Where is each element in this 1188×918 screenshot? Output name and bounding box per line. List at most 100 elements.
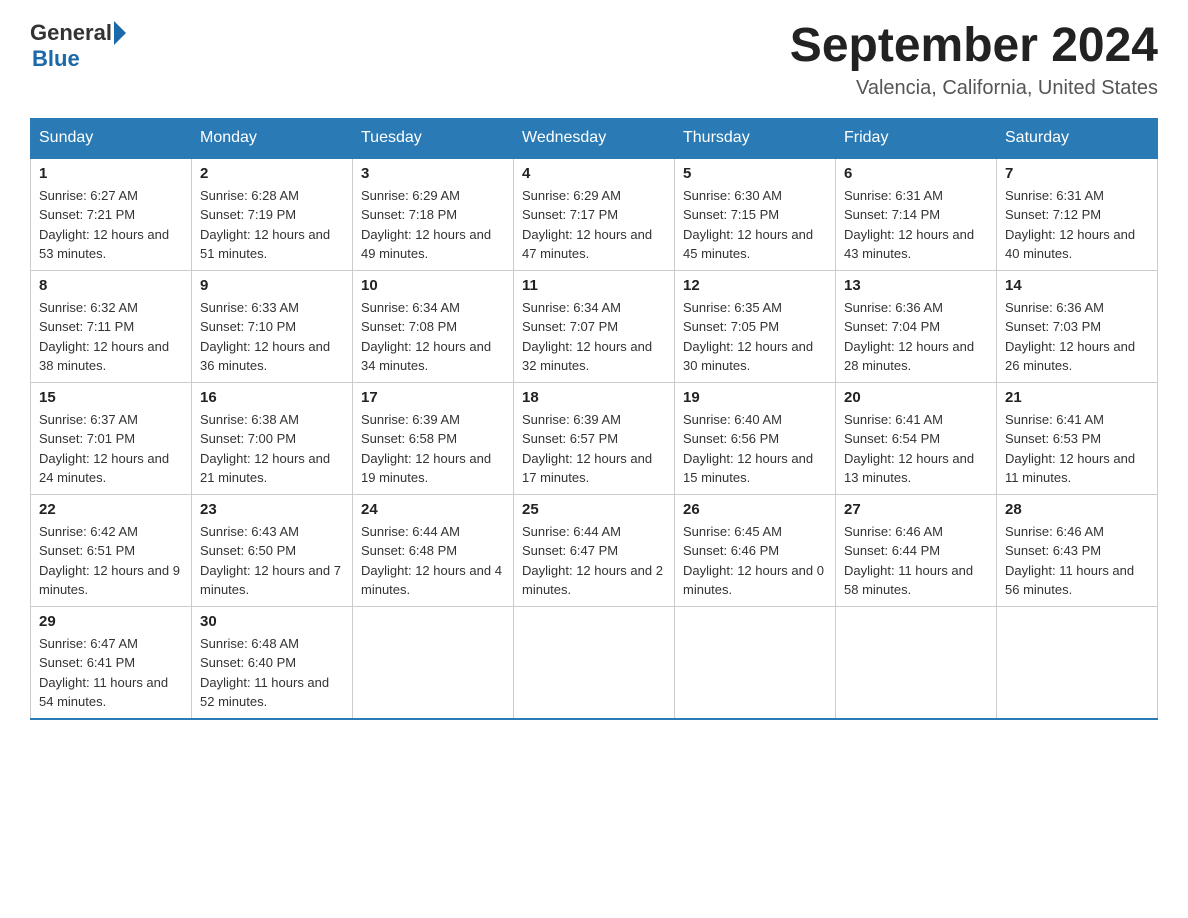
calendar-cell <box>353 606 514 719</box>
week-row-5: 29 Sunrise: 6:47 AMSunset: 6:41 PMDayligh… <box>31 606 1158 719</box>
week-row-4: 22 Sunrise: 6:42 AMSunset: 6:51 PMDayligh… <box>31 494 1158 606</box>
title-section: September 2024 Valencia, California, Uni… <box>790 20 1158 100</box>
day-number: 16 <box>200 389 344 406</box>
calendar-cell: 1 Sunrise: 6:27 AMSunset: 7:21 PMDaylight… <box>31 158 192 271</box>
day-info: Sunrise: 6:47 AMSunset: 6:41 PMDaylight:… <box>39 634 183 712</box>
day-number: 22 <box>39 501 183 518</box>
location-subtitle: Valencia, California, United States <box>790 77 1158 100</box>
day-info: Sunrise: 6:27 AMSunset: 7:21 PMDaylight:… <box>39 186 183 264</box>
calendar-cell: 25 Sunrise: 6:44 AMSunset: 6:47 PMDayligh… <box>514 494 675 606</box>
calendar-cell: 30 Sunrise: 6:48 AMSunset: 6:40 PMDayligh… <box>192 606 353 719</box>
calendar-cell: 18 Sunrise: 6:39 AMSunset: 6:57 PMDayligh… <box>514 382 675 494</box>
day-info: Sunrise: 6:35 AMSunset: 7:05 PMDaylight:… <box>683 298 827 376</box>
calendar-cell: 12 Sunrise: 6:35 AMSunset: 7:05 PMDayligh… <box>675 270 836 382</box>
calendar-cell: 27 Sunrise: 6:46 AMSunset: 6:44 PMDayligh… <box>836 494 997 606</box>
day-info: Sunrise: 6:45 AMSunset: 6:46 PMDaylight:… <box>683 522 827 600</box>
day-number: 3 <box>361 165 505 182</box>
day-number: 23 <box>200 501 344 518</box>
calendar-cell: 2 Sunrise: 6:28 AMSunset: 7:19 PMDaylight… <box>192 158 353 271</box>
logo-general-text: General <box>30 20 112 46</box>
calendar-cell: 7 Sunrise: 6:31 AMSunset: 7:12 PMDaylight… <box>997 158 1158 271</box>
day-info: Sunrise: 6:34 AMSunset: 7:08 PMDaylight:… <box>361 298 505 376</box>
week-row-1: 1 Sunrise: 6:27 AMSunset: 7:21 PMDaylight… <box>31 158 1158 271</box>
day-info: Sunrise: 6:46 AMSunset: 6:44 PMDaylight:… <box>844 522 988 600</box>
day-number: 15 <box>39 389 183 406</box>
day-number: 12 <box>683 277 827 294</box>
day-number: 29 <box>39 613 183 630</box>
day-info: Sunrise: 6:44 AMSunset: 6:47 PMDaylight:… <box>522 522 666 600</box>
day-info: Sunrise: 6:30 AMSunset: 7:15 PMDaylight:… <box>683 186 827 264</box>
calendar-cell: 6 Sunrise: 6:31 AMSunset: 7:14 PMDaylight… <box>836 158 997 271</box>
calendar-cell: 9 Sunrise: 6:33 AMSunset: 7:10 PMDaylight… <box>192 270 353 382</box>
logo-arrow-icon <box>114 21 126 45</box>
day-number: 30 <box>200 613 344 630</box>
day-number: 28 <box>1005 501 1149 518</box>
col-header-tuesday: Tuesday <box>353 118 514 158</box>
day-number: 6 <box>844 165 988 182</box>
day-number: 19 <box>683 389 827 406</box>
logo-blue-text: Blue <box>32 46 80 71</box>
day-info: Sunrise: 6:33 AMSunset: 7:10 PMDaylight:… <box>200 298 344 376</box>
day-info: Sunrise: 6:32 AMSunset: 7:11 PMDaylight:… <box>39 298 183 376</box>
day-number: 24 <box>361 501 505 518</box>
day-number: 4 <box>522 165 666 182</box>
day-number: 20 <box>844 389 988 406</box>
calendar-cell: 20Sunrise: 6:41 AMSunset: 6:54 PMDayligh… <box>836 382 997 494</box>
calendar-cell: 17 Sunrise: 6:39 AMSunset: 6:58 PMDayligh… <box>353 382 514 494</box>
day-info: Sunrise: 6:36 AMSunset: 7:04 PMDaylight:… <box>844 298 988 376</box>
day-info: Sunrise: 6:36 AMSunset: 7:03 PMDaylight:… <box>1005 298 1149 376</box>
day-info: Sunrise: 6:34 AMSunset: 7:07 PMDaylight:… <box>522 298 666 376</box>
page-header: General Blue September 2024 Valencia, Ca… <box>30 20 1158 100</box>
calendar-cell: 11Sunrise: 6:34 AMSunset: 7:07 PMDayligh… <box>514 270 675 382</box>
day-info: Sunrise: 6:39 AMSunset: 6:58 PMDaylight:… <box>361 410 505 488</box>
calendar-cell: 5 Sunrise: 6:30 AMSunset: 7:15 PMDaylight… <box>675 158 836 271</box>
col-header-friday: Friday <box>836 118 997 158</box>
day-number: 17 <box>361 389 505 406</box>
day-number: 5 <box>683 165 827 182</box>
month-title: September 2024 <box>790 20 1158 73</box>
col-header-thursday: Thursday <box>675 118 836 158</box>
day-number: 27 <box>844 501 988 518</box>
calendar-cell <box>675 606 836 719</box>
day-number: 25 <box>522 501 666 518</box>
logo: General Blue <box>30 20 128 72</box>
day-number: 2 <box>200 165 344 182</box>
calendar-cell: 16 Sunrise: 6:38 AMSunset: 7:00 PMDayligh… <box>192 382 353 494</box>
col-header-saturday: Saturday <box>997 118 1158 158</box>
calendar-cell: 3 Sunrise: 6:29 AMSunset: 7:18 PMDaylight… <box>353 158 514 271</box>
day-info: Sunrise: 6:41 AMSunset: 6:53 PMDaylight:… <box>1005 410 1149 488</box>
calendar-cell: 19 Sunrise: 6:40 AMSunset: 6:56 PMDayligh… <box>675 382 836 494</box>
day-info: Sunrise: 6:48 AMSunset: 6:40 PMDaylight:… <box>200 634 344 712</box>
calendar-cell: 26Sunrise: 6:45 AMSunset: 6:46 PMDayligh… <box>675 494 836 606</box>
day-info: Sunrise: 6:42 AMSunset: 6:51 PMDaylight:… <box>39 522 183 600</box>
day-number: 18 <box>522 389 666 406</box>
day-number: 9 <box>200 277 344 294</box>
calendar-cell: 4 Sunrise: 6:29 AMSunset: 7:17 PMDaylight… <box>514 158 675 271</box>
day-number: 13 <box>844 277 988 294</box>
day-number: 7 <box>1005 165 1149 182</box>
day-info: Sunrise: 6:38 AMSunset: 7:00 PMDaylight:… <box>200 410 344 488</box>
day-number: 21 <box>1005 389 1149 406</box>
calendar-cell <box>514 606 675 719</box>
calendar-cell <box>997 606 1158 719</box>
week-row-2: 8Sunrise: 6:32 AMSunset: 7:11 PMDaylight… <box>31 270 1158 382</box>
day-number: 1 <box>39 165 183 182</box>
day-info: Sunrise: 6:39 AMSunset: 6:57 PMDaylight:… <box>522 410 666 488</box>
calendar-cell: 8Sunrise: 6:32 AMSunset: 7:11 PMDaylight… <box>31 270 192 382</box>
calendar-header-row: SundayMondayTuesdayWednesdayThursdayFrid… <box>31 118 1158 158</box>
day-info: Sunrise: 6:29 AMSunset: 7:17 PMDaylight:… <box>522 186 666 264</box>
day-info: Sunrise: 6:31 AMSunset: 7:12 PMDaylight:… <box>1005 186 1149 264</box>
day-info: Sunrise: 6:29 AMSunset: 7:18 PMDaylight:… <box>361 186 505 264</box>
day-number: 10 <box>361 277 505 294</box>
calendar-cell: 14Sunrise: 6:36 AMSunset: 7:03 PMDayligh… <box>997 270 1158 382</box>
calendar-cell <box>836 606 997 719</box>
calendar-cell: 10 Sunrise: 6:34 AMSunset: 7:08 PMDayligh… <box>353 270 514 382</box>
calendar-cell: 24 Sunrise: 6:44 AMSunset: 6:48 PMDayligh… <box>353 494 514 606</box>
day-info: Sunrise: 6:44 AMSunset: 6:48 PMDaylight:… <box>361 522 505 600</box>
day-info: Sunrise: 6:46 AMSunset: 6:43 PMDaylight:… <box>1005 522 1149 600</box>
day-info: Sunrise: 6:40 AMSunset: 6:56 PMDaylight:… <box>683 410 827 488</box>
col-header-wednesday: Wednesday <box>514 118 675 158</box>
day-info: Sunrise: 6:28 AMSunset: 7:19 PMDaylight:… <box>200 186 344 264</box>
day-info: Sunrise: 6:31 AMSunset: 7:14 PMDaylight:… <box>844 186 988 264</box>
calendar-cell: 23Sunrise: 6:43 AMSunset: 6:50 PMDayligh… <box>192 494 353 606</box>
